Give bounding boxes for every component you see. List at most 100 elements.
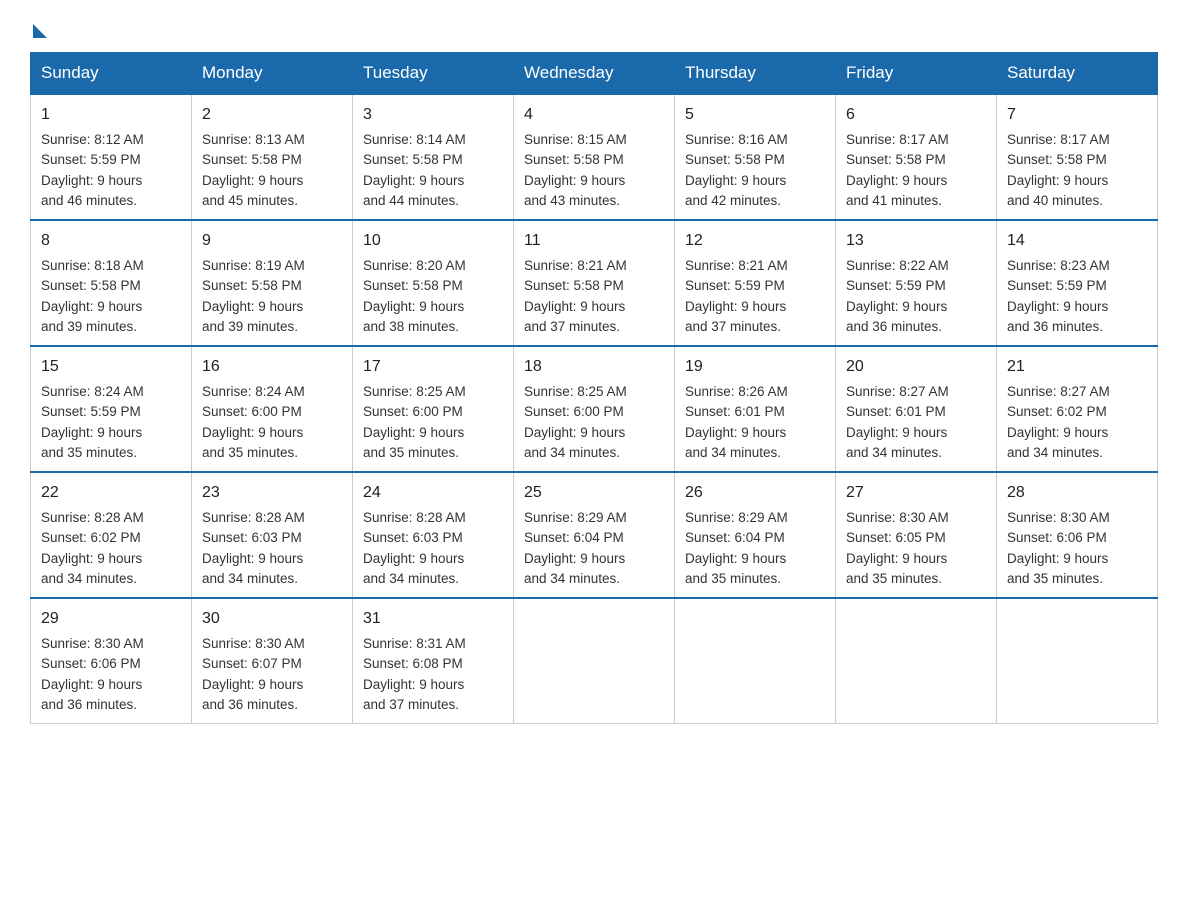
calendar-cell [836,598,997,724]
daylight-minutes: and 34 minutes. [202,571,298,586]
daylight-label: Daylight: 9 hours [524,173,625,188]
calendar-cell: 14 Sunrise: 8:23 AM Sunset: 5:59 PM Dayl… [997,220,1158,346]
day-number: 24 [363,481,503,505]
sunset-label: Sunset: 6:06 PM [1007,530,1107,545]
sunset-label: Sunset: 6:00 PM [524,404,624,419]
day-number: 27 [846,481,986,505]
sunset-label: Sunset: 6:02 PM [41,530,141,545]
day-number: 14 [1007,229,1147,253]
daylight-label: Daylight: 9 hours [846,173,947,188]
sunrise-label: Sunrise: 8:21 AM [685,258,788,273]
day-number: 2 [202,103,342,127]
daylight-label: Daylight: 9 hours [1007,551,1108,566]
calendar-header-row: Sunday Monday Tuesday Wednesday Thursday… [31,53,1158,95]
daylight-label: Daylight: 9 hours [202,677,303,692]
header-thursday: Thursday [675,53,836,95]
daylight-label: Daylight: 9 hours [202,425,303,440]
daylight-label: Daylight: 9 hours [685,551,786,566]
daylight-label: Daylight: 9 hours [363,677,464,692]
day-number: 9 [202,229,342,253]
daylight-minutes: and 38 minutes. [363,319,459,334]
daylight-minutes: and 35 minutes. [363,445,459,460]
daylight-label: Daylight: 9 hours [1007,425,1108,440]
sunrise-label: Sunrise: 8:15 AM [524,132,627,147]
sunset-label: Sunset: 6:06 PM [41,656,141,671]
sunrise-label: Sunrise: 8:28 AM [363,510,466,525]
daylight-label: Daylight: 9 hours [202,173,303,188]
day-number: 28 [1007,481,1147,505]
day-number: 7 [1007,103,1147,127]
daylight-minutes: and 36 minutes. [202,697,298,712]
daylight-minutes: and 36 minutes. [846,319,942,334]
calendar-cell: 3 Sunrise: 8:14 AM Sunset: 5:58 PM Dayli… [353,94,514,220]
daylight-label: Daylight: 9 hours [1007,173,1108,188]
sunset-label: Sunset: 6:05 PM [846,530,946,545]
day-number: 29 [41,607,181,631]
calendar-cell: 23 Sunrise: 8:28 AM Sunset: 6:03 PM Dayl… [192,472,353,598]
daylight-minutes: and 36 minutes. [1007,319,1103,334]
day-number: 31 [363,607,503,631]
daylight-minutes: and 35 minutes. [1007,571,1103,586]
sunrise-label: Sunrise: 8:30 AM [846,510,949,525]
calendar-cell: 10 Sunrise: 8:20 AM Sunset: 5:58 PM Dayl… [353,220,514,346]
sunset-label: Sunset: 5:59 PM [685,278,785,293]
calendar-cell [675,598,836,724]
sunrise-label: Sunrise: 8:24 AM [41,384,144,399]
calendar-week-4: 22 Sunrise: 8:28 AM Sunset: 6:02 PM Dayl… [31,472,1158,598]
daylight-label: Daylight: 9 hours [363,299,464,314]
sunset-label: Sunset: 6:00 PM [363,404,463,419]
calendar-cell: 28 Sunrise: 8:30 AM Sunset: 6:06 PM Dayl… [997,472,1158,598]
calendar-cell: 24 Sunrise: 8:28 AM Sunset: 6:03 PM Dayl… [353,472,514,598]
sunrise-label: Sunrise: 8:29 AM [685,510,788,525]
sunset-label: Sunset: 5:58 PM [1007,152,1107,167]
day-number: 22 [41,481,181,505]
day-number: 17 [363,355,503,379]
calendar-cell: 2 Sunrise: 8:13 AM Sunset: 5:58 PM Dayli… [192,94,353,220]
day-number: 5 [685,103,825,127]
daylight-minutes: and 44 minutes. [363,193,459,208]
day-number: 19 [685,355,825,379]
sunset-label: Sunset: 5:58 PM [524,278,624,293]
daylight-label: Daylight: 9 hours [41,425,142,440]
calendar-cell: 22 Sunrise: 8:28 AM Sunset: 6:02 PM Dayl… [31,472,192,598]
sunset-label: Sunset: 5:58 PM [41,278,141,293]
daylight-label: Daylight: 9 hours [41,299,142,314]
daylight-minutes: and 43 minutes. [524,193,620,208]
daylight-label: Daylight: 9 hours [41,173,142,188]
day-number: 4 [524,103,664,127]
sunset-label: Sunset: 6:01 PM [846,404,946,419]
daylight-label: Daylight: 9 hours [685,173,786,188]
daylight-minutes: and 42 minutes. [685,193,781,208]
day-number: 30 [202,607,342,631]
daylight-label: Daylight: 9 hours [1007,299,1108,314]
day-number: 1 [41,103,181,127]
day-number: 3 [363,103,503,127]
sunset-label: Sunset: 6:08 PM [363,656,463,671]
calendar-cell: 19 Sunrise: 8:26 AM Sunset: 6:01 PM Dayl… [675,346,836,472]
calendar-cell: 9 Sunrise: 8:19 AM Sunset: 5:58 PM Dayli… [192,220,353,346]
sunrise-label: Sunrise: 8:28 AM [41,510,144,525]
header-tuesday: Tuesday [353,53,514,95]
calendar-week-1: 1 Sunrise: 8:12 AM Sunset: 5:59 PM Dayli… [31,94,1158,220]
daylight-minutes: and 34 minutes. [685,445,781,460]
calendar-cell [997,598,1158,724]
day-number: 16 [202,355,342,379]
calendar-cell: 7 Sunrise: 8:17 AM Sunset: 5:58 PM Dayli… [997,94,1158,220]
daylight-minutes: and 46 minutes. [41,193,137,208]
sunset-label: Sunset: 5:59 PM [846,278,946,293]
daylight-minutes: and 35 minutes. [846,571,942,586]
sunset-label: Sunset: 6:04 PM [685,530,785,545]
daylight-label: Daylight: 9 hours [685,299,786,314]
calendar-cell: 15 Sunrise: 8:24 AM Sunset: 5:59 PM Dayl… [31,346,192,472]
header-friday: Friday [836,53,997,95]
daylight-minutes: and 40 minutes. [1007,193,1103,208]
daylight-minutes: and 45 minutes. [202,193,298,208]
calendar-cell: 30 Sunrise: 8:30 AM Sunset: 6:07 PM Dayl… [192,598,353,724]
sunset-label: Sunset: 6:00 PM [202,404,302,419]
day-number: 6 [846,103,986,127]
calendar-cell: 27 Sunrise: 8:30 AM Sunset: 6:05 PM Dayl… [836,472,997,598]
sunset-label: Sunset: 5:58 PM [202,152,302,167]
daylight-minutes: and 37 minutes. [524,319,620,334]
sunrise-label: Sunrise: 8:12 AM [41,132,144,147]
calendar-cell: 20 Sunrise: 8:27 AM Sunset: 6:01 PM Dayl… [836,346,997,472]
